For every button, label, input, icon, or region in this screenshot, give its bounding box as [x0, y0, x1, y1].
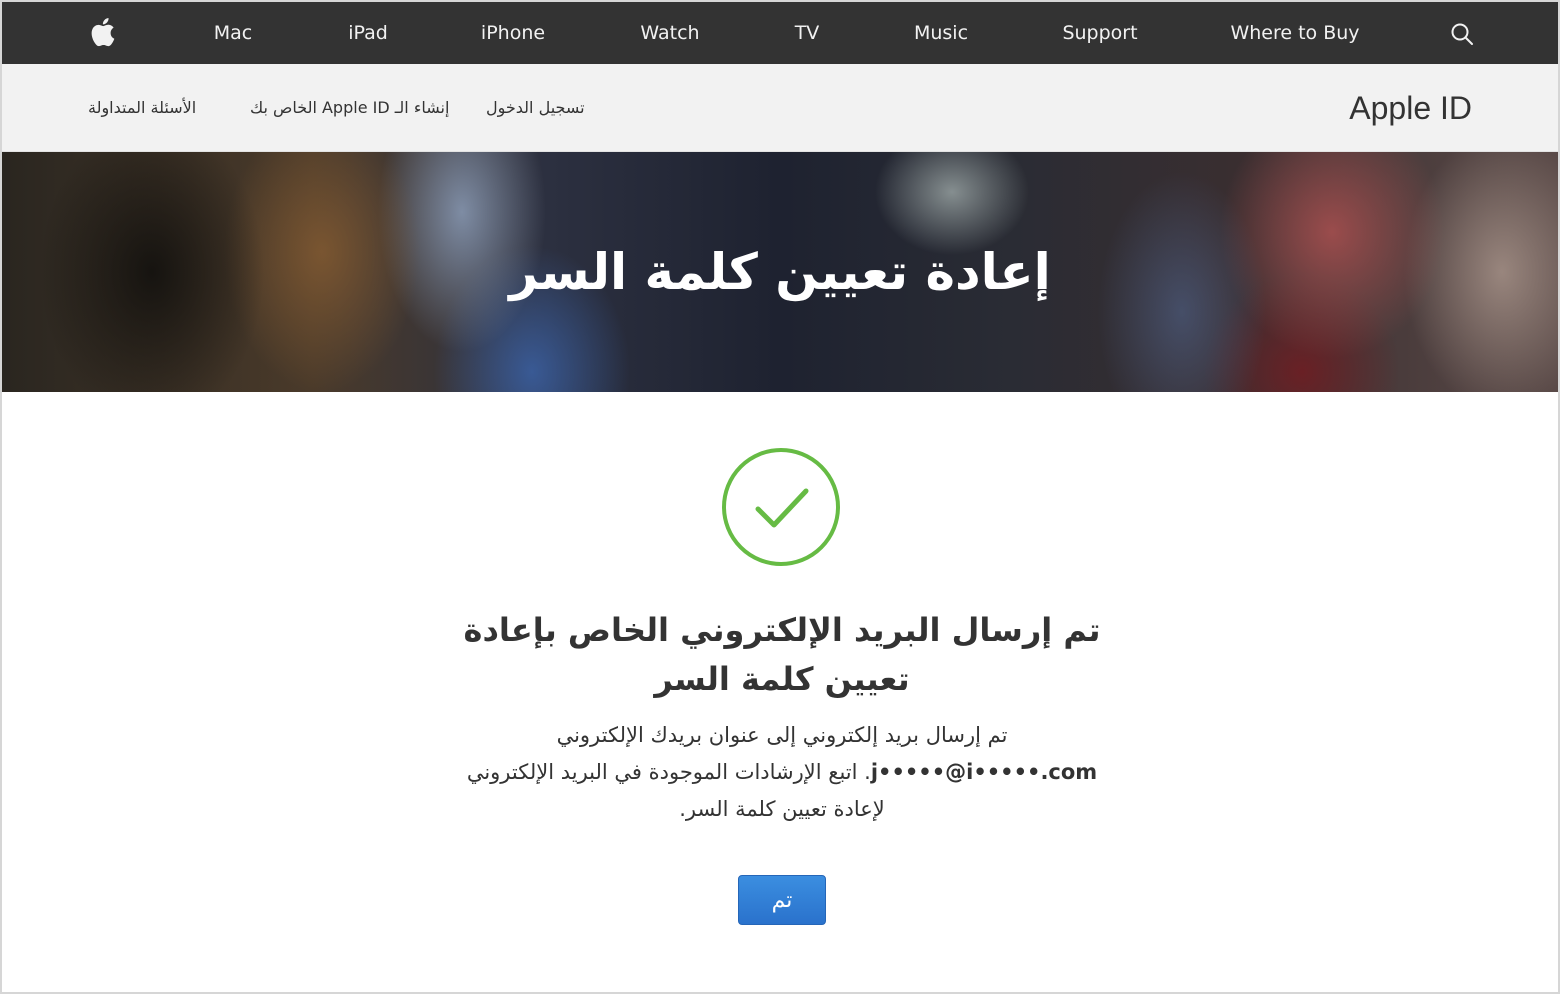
nav-item-tv[interactable]: TV [795, 2, 820, 64]
local-nav-create-apple-id[interactable]: إنشاء الـ Apple ID الخاص بك [250, 64, 449, 152]
checkmark-circle-icon [722, 448, 840, 566]
heading-line-1: تم إرسال البريد الإلكتروني الخاص بإعادة [463, 611, 1101, 649]
message-line-3: لإعادة تعيين كلمة السر. [679, 797, 885, 821]
local-nav-sign-in[interactable]: تسجيل الدخول [486, 64, 585, 152]
done-button[interactable]: تم [738, 875, 826, 925]
nav-item-where-to-buy[interactable]: Where to Buy [1230, 2, 1359, 64]
nav-item-iphone[interactable]: iPhone [481, 2, 545, 64]
local-nav-title[interactable]: Apple ID [1349, 64, 1472, 152]
hero-banner: إعادة تعيين كلمة السر [2, 152, 1558, 392]
message-line-2: . اتبع الإرشادات الموجودة في البريد الإل… [466, 760, 871, 784]
nav-item-support[interactable]: Support [1062, 2, 1137, 64]
masked-email: j•••••@i•••••.com [870, 760, 1098, 784]
nav-item-watch[interactable]: Watch [640, 2, 699, 64]
heading-line-2: تعيين كلمة السر [654, 660, 910, 698]
confirmation-heading: تم إرسال البريد الإلكتروني الخاص بإعادة … [382, 606, 1182, 704]
hero-title: إعادة تعيين كلمة السر [509, 243, 1051, 301]
global-nav: Mac iPad iPhone Watch TV Music Support W… [2, 2, 1558, 64]
nav-item-mac[interactable]: Mac [214, 2, 252, 64]
local-nav-faq[interactable]: الأسئلة المتداولة [88, 64, 196, 152]
confirmation-message: تم إرسال بريد إلكتروني إلى عنوان بريدك ا… [382, 717, 1182, 828]
search-icon[interactable] [1450, 22, 1474, 46]
nav-item-ipad[interactable]: iPad [348, 2, 388, 64]
apple-logo-icon[interactable] [89, 17, 115, 47]
nav-item-music[interactable]: Music [914, 2, 968, 64]
page-frame: Mac iPad iPhone Watch TV Music Support W… [0, 0, 1560, 994]
local-nav: Apple ID تسجيل الدخول إنشاء الـ Apple ID… [2, 64, 1558, 152]
message-line-1: تم إرسال بريد إلكتروني إلى عنوان بريدك ا… [556, 723, 1008, 747]
